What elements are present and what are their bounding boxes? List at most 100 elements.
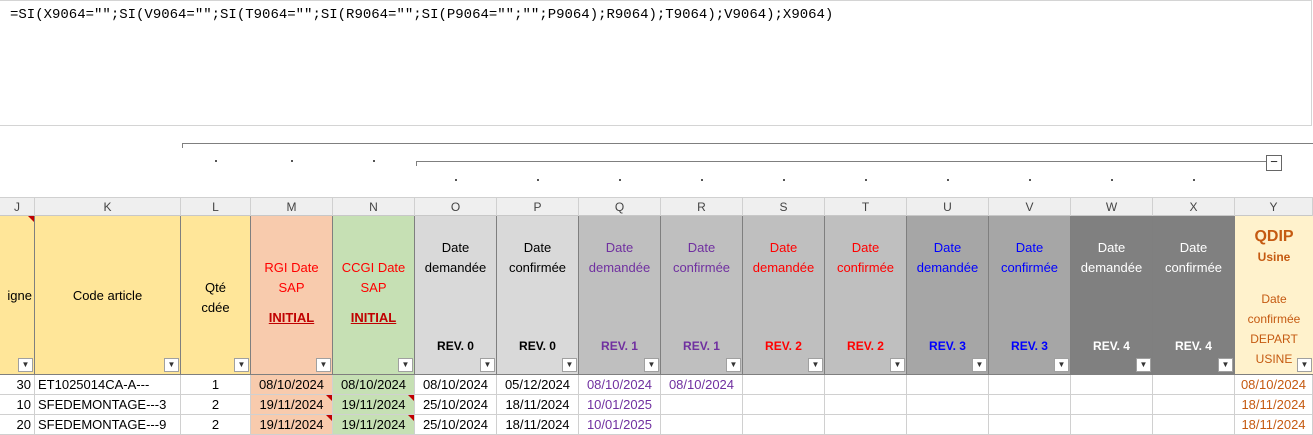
cell-X-row1[interactable] (1153, 375, 1235, 395)
column-header-X[interactable]: X (1153, 198, 1235, 216)
cell-P-row1[interactable]: 05/12/2024 (497, 375, 579, 395)
formula-bar[interactable]: =SI(X9064="";SI(V9064="";SI(T9064="";SI(… (0, 0, 1312, 126)
header-cell-U[interactable]: Date demandée REV. 3 ▼ (907, 216, 989, 375)
filter-dropdown-icon[interactable]: ▼ (644, 358, 659, 372)
header-cell-V[interactable]: Date confirmée REV. 3 ▼ (989, 216, 1071, 375)
cell-N-row1[interactable]: 08/10/2024 (333, 375, 415, 395)
cell-M-row3[interactable]: 19/11/2024 (251, 415, 333, 435)
cell-T-row2[interactable] (825, 395, 907, 415)
header-cell-X[interactable]: Date confirmée REV. 4 ▼ (1153, 216, 1235, 375)
cell-W-row2[interactable] (1071, 395, 1153, 415)
column-header-K[interactable]: K (35, 198, 181, 216)
header-cell-M[interactable]: RGI Date SAP INITIAL ▼ (251, 216, 333, 375)
cell-Y-row1[interactable]: 08/10/2024 (1235, 375, 1313, 395)
cell-W-row3[interactable] (1071, 415, 1153, 435)
cell-P-row3[interactable]: 18/11/2024 (497, 415, 579, 435)
cell-Q-row3[interactable]: 10/01/2025 (579, 415, 661, 435)
cell-X-row2[interactable] (1153, 395, 1235, 415)
column-header-Y[interactable]: Y (1235, 198, 1313, 216)
header-cell-J[interactable]: igne ▼ (0, 216, 35, 375)
cell-M-row2[interactable]: 19/11/2024 (251, 395, 333, 415)
header-cell-N[interactable]: CCGI Date SAP INITIAL ▼ (333, 216, 415, 375)
cell-W-row1[interactable] (1071, 375, 1153, 395)
formula-text[interactable]: =SI(X9064="";SI(V9064="";SI(T9064="";SI(… (10, 7, 833, 23)
cell-K-row1[interactable]: ET1025014CA-A--- (35, 375, 181, 395)
header-cell-S[interactable]: Date demandée REV. 2 ▼ (743, 216, 825, 375)
column-header-O[interactable]: O (415, 198, 497, 216)
filter-dropdown-icon[interactable]: ▼ (398, 358, 413, 372)
cell-V-row2[interactable] (989, 395, 1071, 415)
header-cell-L[interactable]: Qté cdée ▼ (181, 216, 251, 375)
cell-O-row3[interactable]: 25/10/2024 (415, 415, 497, 435)
filter-dropdown-icon[interactable]: ▼ (890, 358, 905, 372)
cell-Y-row2[interactable]: 18/11/2024 (1235, 395, 1313, 415)
cell-U-row3[interactable] (907, 415, 989, 435)
cell-L-row3[interactable]: 2 (181, 415, 251, 435)
header-cell-Y[interactable]: QDIP Usine Date confirmée DEPART USINE ▼ (1235, 216, 1313, 375)
column-header-R[interactable]: R (661, 198, 743, 216)
header-cell-Q[interactable]: Date demandée REV. 1 ▼ (579, 216, 661, 375)
cell-R-row3[interactable] (661, 415, 743, 435)
column-header-S[interactable]: S (743, 198, 825, 216)
cell-P-row2[interactable]: 18/11/2024 (497, 395, 579, 415)
filter-dropdown-icon[interactable]: ▼ (480, 358, 495, 372)
cell-L-row1[interactable]: 1 (181, 375, 251, 395)
cell-R-row1[interactable]: 08/10/2024 (661, 375, 743, 395)
filter-dropdown-icon[interactable]: ▼ (726, 358, 741, 372)
cell-O-row1[interactable]: 08/10/2024 (415, 375, 497, 395)
column-header-M[interactable]: M (251, 198, 333, 216)
cell-R-row2[interactable] (661, 395, 743, 415)
cell-S-row2[interactable] (743, 395, 825, 415)
filter-dropdown-icon[interactable]: ▼ (234, 358, 249, 372)
cell-V-row3[interactable] (989, 415, 1071, 435)
cell-J-row2[interactable]: 10 (0, 395, 35, 415)
cell-J-row1[interactable]: 30 (0, 375, 35, 395)
cell-K-row2[interactable]: SFEDEMONTAGE---3 (35, 395, 181, 415)
filter-dropdown-icon[interactable]: ▼ (164, 358, 179, 372)
cell-U-row1[interactable] (907, 375, 989, 395)
header-cell-K[interactable]: Code article ▼ (35, 216, 181, 375)
column-header-P[interactable]: P (497, 198, 579, 216)
header-cell-T[interactable]: Date confirmée REV. 2 ▼ (825, 216, 907, 375)
column-header-U[interactable]: U (907, 198, 989, 216)
cell-S-row3[interactable] (743, 415, 825, 435)
header-cell-R[interactable]: Date confirmée REV. 1 ▼ (661, 216, 743, 375)
column-header-T[interactable]: T (825, 198, 907, 216)
column-header-Q[interactable]: Q (579, 198, 661, 216)
filter-dropdown-icon[interactable]: ▼ (1297, 358, 1312, 372)
cell-X-row3[interactable] (1153, 415, 1235, 435)
cell-Q-row2[interactable]: 10/01/2025 (579, 395, 661, 415)
cell-N-row2[interactable]: 19/11/2024 (333, 395, 415, 415)
column-header-L[interactable]: L (181, 198, 251, 216)
cell-O-row2[interactable]: 25/10/2024 (415, 395, 497, 415)
column-header-W[interactable]: W (1071, 198, 1153, 216)
header-cell-W[interactable]: Date demandée REV. 4 ▼ (1071, 216, 1153, 375)
cell-J-row3[interactable]: 20 (0, 415, 35, 435)
cell-U-row2[interactable] (907, 395, 989, 415)
cell-K-row3[interactable]: SFEDEMONTAGE---9 (35, 415, 181, 435)
column-header-J[interactable]: J (0, 198, 35, 216)
cell-N-row3[interactable]: 19/11/2024 (333, 415, 415, 435)
cell-T-row3[interactable] (825, 415, 907, 435)
cell-S-row1[interactable] (743, 375, 825, 395)
column-header-V[interactable]: V (989, 198, 1071, 216)
header-cell-O[interactable]: Date demandée REV. 0 ▼ (415, 216, 497, 375)
cell-Y-row3[interactable]: 18/11/2024 (1235, 415, 1313, 435)
filter-dropdown-icon[interactable]: ▼ (808, 358, 823, 372)
column-header-N[interactable]: N (333, 198, 415, 216)
filter-dropdown-icon[interactable]: ▼ (18, 358, 33, 372)
collapse-group-button[interactable]: − (1266, 155, 1282, 171)
cell-L-row2[interactable]: 2 (181, 395, 251, 415)
filter-dropdown-icon[interactable]: ▼ (316, 358, 331, 372)
cell-M-row1[interactable]: 08/10/2024 (251, 375, 333, 395)
filter-dropdown-icon[interactable]: ▼ (1136, 358, 1151, 372)
cell-Q-row1[interactable]: 08/10/2024 (579, 375, 661, 395)
filter-dropdown-icon[interactable]: ▼ (1054, 358, 1069, 372)
filter-dropdown-icon[interactable]: ▼ (1218, 358, 1233, 372)
comment-indicator (28, 216, 34, 222)
header-cell-P[interactable]: Date confirmée REV. 0 ▼ (497, 216, 579, 375)
cell-T-row1[interactable] (825, 375, 907, 395)
filter-dropdown-icon[interactable]: ▼ (972, 358, 987, 372)
cell-V-row1[interactable] (989, 375, 1071, 395)
filter-dropdown-icon[interactable]: ▼ (562, 358, 577, 372)
